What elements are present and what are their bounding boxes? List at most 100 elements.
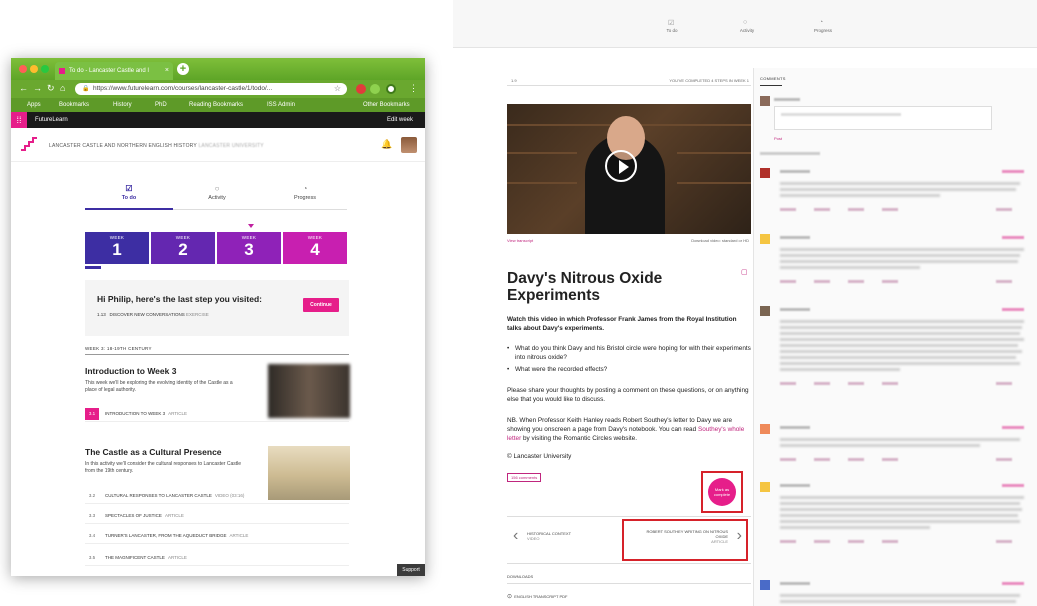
step-item[interactable]: 3.4 TURNER'S LANCASTER, FROM THE AQUEDUCT… xyxy=(85,530,349,544)
lock-icon: 🔒 xyxy=(82,86,90,92)
course-title: LANCASTER CASTLE AND NORTHERN ENGLISH HI… xyxy=(49,143,264,149)
new-tab-button[interactable]: + xyxy=(177,63,189,75)
close-window-icon[interactable] xyxy=(19,65,27,73)
lancaster-logo-icon xyxy=(21,137,37,151)
download-video-link[interactable]: Download video: standard or HD xyxy=(691,238,749,243)
course-header: LANCASTER CASTLE AND NORTHERN ENGLISH HI… xyxy=(11,128,425,162)
step-item[interactable]: 3.2 CULTURAL RESPONSES TO LANCASTER CASTL… xyxy=(85,490,349,504)
week-4-button[interactable]: WEEK 4 xyxy=(283,232,347,264)
article-paragraph: Please share your thoughts by posting a … xyxy=(507,387,749,403)
futurelearn-header: ⁞⁞ FutureLearn Edit week xyxy=(11,112,425,128)
tab-activity[interactable]: ○ Activity xyxy=(173,184,261,201)
step-number: 1.9 xyxy=(511,78,517,83)
menu-dots-icon[interactable]: ⋮ xyxy=(409,83,418,94)
bookmark-reading[interactable]: Reading Bookmarks xyxy=(189,102,243,108)
play-icon[interactable] xyxy=(605,150,637,182)
comments-sidebar: COMMENTS Post xyxy=(753,68,1037,606)
bookmark-phd[interactable]: PhD xyxy=(155,102,167,108)
step-navigation: ‹ HISTORICAL CONTEXT VIDEO ROBERT SOUTHE… xyxy=(507,516,751,564)
back-icon[interactable]: ← xyxy=(19,83,28,93)
bookmark-star-icon[interactable]: ☆ xyxy=(334,84,341,93)
activity-title[interactable]: Introduction to Week 3 xyxy=(85,366,176,376)
mark-as-complete-button[interactable]: Mark as complete xyxy=(708,478,736,506)
browser-tab-strip: To do - Lancaster Castle and I × + xyxy=(11,58,425,80)
comments-count-link[interactable]: 156 comments xyxy=(507,473,542,482)
tab-progress[interactable]: ◔ Progress xyxy=(803,19,843,33)
activity-description: This week we'll be exploring the evolvin… xyxy=(85,380,233,393)
bookmark-history[interactable]: History xyxy=(113,102,132,108)
todo-icon: ☑ xyxy=(668,20,675,27)
extension-icon[interactable] xyxy=(356,84,366,94)
browser-tab[interactable]: To do - Lancaster Castle and I × xyxy=(55,62,173,80)
tab-to-do[interactable]: ☑ To do xyxy=(652,20,692,33)
url-text: https://www.futurelearn.com/courses/lanc… xyxy=(93,85,273,92)
course-tabs: ☑ To do ○ Activity ◔ Progress xyxy=(85,180,347,210)
address-bar[interactable]: 🔒 https://www.futurelearn.com/courses/la… xyxy=(75,83,347,95)
comment-input[interactable] xyxy=(774,106,992,130)
copyright: © Lancaster University xyxy=(507,453,572,460)
last-step-panel: Hi Philip, here's the last step you visi… xyxy=(85,280,349,336)
week-3-button[interactable]: WEEK 3 xyxy=(217,232,281,264)
week-1-button[interactable]: WEEK 1 xyxy=(85,232,149,264)
activity-title[interactable]: The Castle as a Cultural Presence xyxy=(85,447,222,457)
support-button[interactable]: Support xyxy=(397,564,425,576)
download-icon: ⊙ xyxy=(507,594,513,600)
last-step-ref[interactable]: 1.13 DISCOVER NEW CONVERSATIONS EXERCISE xyxy=(97,312,209,317)
progress-icon: ◔ xyxy=(302,184,308,193)
continue-button[interactable]: Continue xyxy=(303,298,339,312)
tab-progress[interactable]: ◔ Progress xyxy=(261,184,349,201)
current-week-marker xyxy=(248,224,254,228)
activity-icon: ○ xyxy=(214,184,220,193)
bookmark-apps[interactable]: Apps xyxy=(27,102,41,108)
article-top-nav: ☑ To do ○ Activity ◔ Progress xyxy=(453,0,1037,48)
week-2-button[interactable]: WEEK 2 xyxy=(151,232,215,264)
question-item: What do you think Davy and his Bristol c… xyxy=(507,344,751,362)
comments-filter[interactable] xyxy=(760,152,820,155)
question-item: What were the recorded effects? xyxy=(507,365,751,374)
step-header: 1.9 YOU'VE COMPLETED 4 STEPS IN WEEK 1 xyxy=(507,74,751,86)
bookmark-iss-admin[interactable]: ISS Admin xyxy=(267,102,295,108)
home-icon[interactable]: ⌂ xyxy=(60,83,65,93)
reload-icon[interactable]: ↻ xyxy=(47,83,55,94)
article-screenshot: ☑ To do ○ Activity ◔ Progress 1.9 YOU'VE CO… xyxy=(453,0,1037,606)
close-tab-icon[interactable]: × xyxy=(165,67,169,74)
forward-icon[interactable]: → xyxy=(33,83,42,93)
view-transcript-link[interactable]: View transcript xyxy=(507,238,533,243)
profile-icon[interactable] xyxy=(386,84,396,94)
week-progress-bar xyxy=(85,266,101,269)
video-player[interactable] xyxy=(507,104,751,234)
notification-bell-icon[interactable]: 🔔 xyxy=(381,139,392,150)
futurelearn-brand[interactable]: FutureLearn xyxy=(35,117,68,123)
progress-icon: ◔ xyxy=(819,19,824,26)
avatar xyxy=(760,96,770,106)
edit-week-link[interactable]: Edit week xyxy=(387,117,413,123)
maximize-window-icon[interactable] xyxy=(41,65,49,73)
next-step-link[interactable]: ROBERT SOUTHEY WRITING ON NITROUS OXIDE … xyxy=(640,529,728,544)
step-item[interactable]: 3.3 SPECTACLES OF JUSTICE ARTICLE xyxy=(85,510,349,524)
article-intro: Watch this video in which Professor Fran… xyxy=(507,316,737,332)
step-item[interactable]: 3.5 THE MAGNIFICENT CASTLE ARTICLE xyxy=(85,552,349,566)
question-list: What do you think Davy and his Bristol c… xyxy=(507,344,751,377)
step-item[interactable]: 3.1 INTRODUCTION TO WEEK 3 ARTICLE xyxy=(85,408,349,422)
todo-icon: ☑ xyxy=(125,184,133,193)
mark-complete-highlight: Mark as complete xyxy=(701,471,743,513)
minimize-window-icon[interactable] xyxy=(30,65,38,73)
grid-menu-icon[interactable]: ⁞⁞ xyxy=(11,112,27,128)
chevron-right-icon[interactable]: › xyxy=(737,527,742,545)
bookmarks-bar: Apps Bookmarks History PhD Reading Bookm… xyxy=(11,98,425,112)
tab-to-do[interactable]: ☑ To do xyxy=(85,184,173,210)
bookmark-bookmarks[interactable]: Bookmarks xyxy=(59,102,89,108)
avatar[interactable] xyxy=(401,137,417,153)
post-comment-button[interactable]: Post xyxy=(774,136,782,141)
previous-step-link[interactable]: ‹ HISTORICAL CONTEXT VIDEO xyxy=(513,527,571,544)
browser-window: To do - Lancaster Castle and I × + ← → ↻… xyxy=(11,58,425,576)
extension-icon[interactable] xyxy=(370,84,380,94)
bookmark-other[interactable]: Other Bookmarks xyxy=(363,102,410,108)
next-step-highlight: ROBERT SOUTHEY WRITING ON NITROUS OXIDE … xyxy=(622,519,748,561)
tab-activity[interactable]: ○ Activity xyxy=(727,19,767,33)
activity-description: In this activity we'll consider the cult… xyxy=(85,461,242,474)
transcript-download-link[interactable]: ⊙ ENGLISH TRANSCRIPT PDF xyxy=(507,593,567,600)
comments-heading: COMMENTS xyxy=(760,76,786,81)
expand-icon[interactable]: ▢ xyxy=(741,268,748,276)
week-section-heading: WEEK 3: 18-19TH CENTURY xyxy=(85,346,349,355)
